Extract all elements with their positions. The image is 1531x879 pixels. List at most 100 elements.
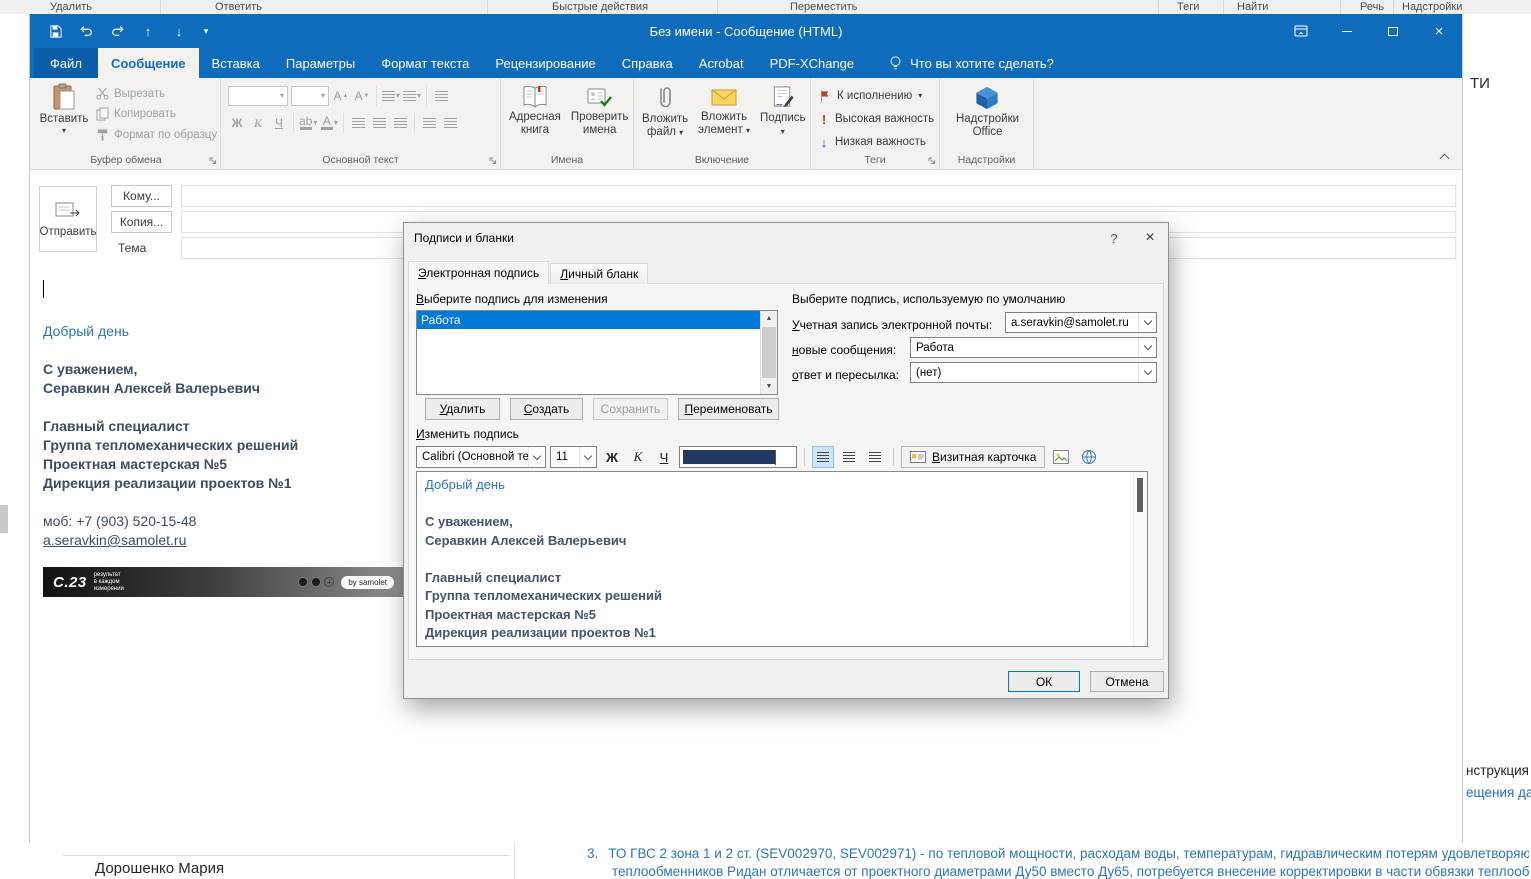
scroll-up-icon[interactable]: ▲ [761, 311, 777, 326]
tab-help[interactable]: Справка [609, 48, 686, 78]
business-card-button[interactable]: Визитная карточка [901, 446, 1045, 468]
check-names-label: Проверить [571, 111, 629, 123]
ok-button[interactable]: ОК [1008, 671, 1080, 692]
listbox-scrollbar[interactable]: ▲ ▼ [760, 311, 777, 394]
tab-message[interactable]: Сообщение [98, 48, 199, 78]
scroll-down-icon[interactable]: ▼ [761, 379, 777, 394]
dialog-close-button[interactable]: × [1132, 223, 1168, 253]
customize-qat-icon[interactable]: ▾ [199, 18, 213, 44]
copy-icon [96, 107, 109, 121]
move-up-icon[interactable]: ↑ [137, 18, 159, 44]
signature-button[interactable]: Подпись▾ [756, 83, 810, 153]
increase-indent-button[interactable] [441, 113, 459, 133]
close-button[interactable]: × [1416, 14, 1462, 48]
bullets-button[interactable]: ▾ [382, 86, 400, 106]
move-down-icon[interactable]: ↓ [168, 18, 190, 44]
attach-item-button[interactable]: Вложитьэлемент ▾ [694, 83, 754, 153]
signature-listbox[interactable]: Работа ▲ ▼ [416, 310, 778, 395]
italic-button[interactable]: К [249, 113, 267, 133]
ribbon-display-options-icon[interactable] [1278, 14, 1324, 48]
chevron-down-icon[interactable] [528, 447, 545, 467]
new-messages-combo[interactable]: Работа [910, 337, 1157, 358]
maximize-button[interactable] [1370, 14, 1416, 48]
address-book-button[interactable]: Адреснаякнига [505, 83, 565, 153]
paste-button[interactable]: Вставить ▾ [38, 83, 90, 135]
tab-pdf-xchange[interactable]: PDF-XChange [757, 48, 868, 78]
tab-personal-stationery[interactable]: Личный бланк [550, 263, 648, 284]
tab-email-signature[interactable]: Электронная подпись [408, 261, 549, 284]
cut-button[interactable]: Вырезать [96, 87, 217, 100]
align-left-button[interactable] [349, 113, 367, 133]
follow-up-button[interactable]: К исполнению ▾ [819, 86, 939, 106]
shrink-font-button[interactable]: А▼ [353, 86, 371, 106]
delete-signature-button[interactable]: Удалить [425, 398, 500, 420]
banner-logo: С.23 [53, 574, 87, 591]
redo-icon[interactable] [106, 18, 128, 44]
to-field[interactable] [181, 185, 1456, 207]
align-center-button[interactable] [838, 446, 860, 468]
office-addins-button[interactable]: НадстройкиOffice [952, 83, 1023, 153]
underline-button[interactable]: Ч [270, 113, 288, 133]
tab-options[interactable]: Параметры [273, 48, 368, 78]
save-icon[interactable] [44, 18, 66, 44]
tab-file[interactable]: Файл [34, 48, 98, 78]
tab-review[interactable]: Рецензирование [482, 48, 608, 78]
check-names-button[interactable]: Проверитьимена [567, 83, 633, 153]
font-color-button[interactable]: А▾ [320, 113, 338, 133]
underline-button[interactable]: Ч [653, 446, 675, 468]
font-combo[interactable]: Calibri (Основной те [416, 446, 546, 468]
collapse-ribbon-button[interactable] [1436, 149, 1452, 163]
signature-editor[interactable]: Добрый день С уважением, Серавкин Алексе… [416, 471, 1148, 647]
email-account-combo[interactable]: a.seravkin@samolet.ru [1005, 312, 1157, 333]
align-left-button[interactable] [812, 446, 834, 468]
grow-font-button[interactable]: А▲ [332, 86, 350, 106]
attach-file-button[interactable]: Вложитьфайл ▾ [638, 83, 692, 153]
scrollbar-thumb[interactable] [762, 327, 776, 378]
font-color-combo[interactable] [679, 446, 797, 468]
replies-forwards-combo[interactable]: (нет) [910, 362, 1157, 383]
group-tags: К исполнению ▾ ! Высокая важность ↓ Низк… [811, 78, 940, 169]
font-size-combo[interactable]: ▾ [291, 86, 329, 106]
format-painter-button[interactable]: Формат по образцу [96, 128, 217, 142]
chevron-down-icon[interactable] [1138, 313, 1156, 332]
decrease-indent-button[interactable] [420, 113, 438, 133]
font-size-combo[interactable]: 11 [550, 446, 597, 468]
clear-formatting-button[interactable] [432, 86, 450, 106]
signature-list-item-selected[interactable]: Работа [417, 311, 760, 329]
chevron-down-icon[interactable] [579, 447, 596, 467]
high-importance-button[interactable]: ! Высокая важность [819, 109, 939, 129]
highlight-button[interactable]: ab▾ [299, 113, 317, 133]
send-button[interactable]: Отправить [39, 186, 97, 252]
minimize-button[interactable] [1324, 14, 1370, 48]
undo-icon[interactable] [75, 18, 97, 44]
scrollbar-thumb[interactable] [1137, 478, 1143, 512]
font-family-combo[interactable]: ▾ [228, 86, 288, 106]
new-signature-button[interactable]: Создать [510, 398, 583, 420]
insert-hyperlink-button[interactable] [1077, 446, 1101, 468]
align-right-button[interactable] [391, 113, 409, 133]
align-center-button[interactable] [370, 113, 388, 133]
signature-email-link[interactable]: a.seravkin@samolet.ru [43, 531, 298, 550]
bold-button[interactable]: Ж [228, 113, 246, 133]
to-button[interactable]: Кому... [111, 185, 172, 207]
tab-insert[interactable]: Вставка [199, 48, 273, 78]
insert-picture-button[interactable] [1049, 446, 1073, 468]
dialog-help-button[interactable]: ? [1096, 223, 1132, 253]
chevron-down-icon[interactable] [775, 450, 776, 464]
editor-scrollbar[interactable] [1133, 472, 1147, 646]
align-right-button[interactable] [864, 446, 886, 468]
chevron-down-icon[interactable] [1138, 363, 1156, 382]
color-swatch [683, 450, 775, 464]
rename-signature-button[interactable]: Переименовать [678, 398, 779, 420]
tab-acrobat[interactable]: Acrobat [686, 48, 757, 78]
numbering-button[interactable]: ▾ [403, 86, 421, 106]
chevron-down-icon[interactable] [1138, 338, 1156, 357]
italic-button[interactable]: К [627, 446, 649, 468]
copy-button[interactable]: Копировать [96, 107, 217, 121]
cancel-button[interactable]: Отмена [1090, 671, 1164, 692]
bold-button[interactable]: Ж [601, 446, 623, 468]
cc-button[interactable]: Копия... [111, 211, 172, 233]
low-importance-button[interactable]: ↓ Низкая важность [819, 132, 939, 152]
tab-format-text[interactable]: Формат текста [368, 48, 482, 78]
tell-me-search[interactable]: Что вы хотите сделать? [889, 48, 1054, 78]
